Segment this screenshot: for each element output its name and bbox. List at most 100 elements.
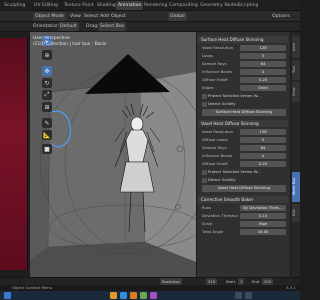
setting-row: Deviation Threshold 0.10 — [202, 213, 286, 220]
checkbox[interactable] — [202, 170, 207, 175]
setting-label: Sample Rays — [202, 61, 227, 66]
corrective-smooth-section-header[interactable]: Corrective Smooth Baker — [198, 196, 288, 203]
app-icon[interactable] — [140, 292, 147, 299]
checkbox-row[interactable]: Protect Selected Vertex W... — [202, 169, 286, 176]
app-icon[interactable] — [150, 292, 157, 299]
setting-label: Twist Angle — [202, 229, 224, 234]
tab-texture-paint[interactable]: Texture Paint — [62, 1, 96, 10]
sidebar-tab-view[interactable]: View — [292, 82, 300, 102]
sidebar-tab-mesh-data[interactable]: Mesh Dat — [292, 172, 300, 202]
tab-sculpting[interactable]: Sculpting — [2, 1, 27, 10]
workspace-tab-bar: Sculpting UV Editing Texture Paint Shadi… — [0, 0, 300, 11]
setting-field[interactable]: 128 — [240, 45, 286, 51]
viewport-scene — [30, 32, 196, 277]
setting-field[interactable]: 0.10 — [240, 213, 286, 219]
menu-object[interactable]: Object — [111, 12, 126, 21]
setting-field[interactable]: Shell — [240, 85, 286, 91]
setting-field[interactable]: 5 — [240, 137, 286, 143]
setting-row: Edges Shell — [202, 85, 286, 92]
sidebar-vertical-tabs: Item Tool View Mesh Dat Edit — [290, 32, 300, 277]
mode-dropdown[interactable]: Object Mode — [33, 12, 66, 21]
setting-field[interactable]: 128 — [240, 129, 286, 135]
setting-field[interactable]: 5 — [240, 53, 286, 59]
setting-label: Voxel Resolution — [202, 45, 234, 50]
blender-app-icon[interactable] — [130, 292, 137, 299]
setting-field[interactable]: 64 — [240, 61, 286, 67]
orientation-label: Orientation: — [33, 24, 61, 29]
setting-field[interactable]: By Deviation Thres... — [240, 205, 286, 211]
setting-label: Influence Bones — [202, 153, 233, 158]
drag-dropdown[interactable]: Select Box — [98, 22, 127, 31]
menu-add[interactable]: Add — [100, 12, 109, 21]
setting-field[interactable]: 0.20 — [240, 161, 286, 167]
network-icon[interactable] — [245, 292, 252, 299]
sidebar-tab-item[interactable]: Item — [292, 36, 300, 58]
tab-animation[interactable]: Animation — [116, 1, 144, 10]
setting-label: Diffuse Falloff — [202, 77, 228, 82]
file-explorer-icon[interactable] — [110, 292, 117, 299]
checkbox-label: Protect Selected Vertex W... — [208, 93, 261, 98]
measure-tool-icon[interactable]: 📐 — [42, 130, 52, 140]
surface-heat-skinning-button[interactable]: Surface Heat Diffuse Skinning — [202, 109, 286, 116]
surface-heat-section-header[interactable]: Surface Heat Diffuse Skinning — [198, 36, 288, 43]
setting-field[interactable]: High — [240, 221, 286, 227]
tab-compositing[interactable]: Compositing — [167, 1, 200, 10]
tab-shading[interactable]: Shading — [95, 1, 118, 10]
setting-label: Influence Bones — [202, 69, 233, 74]
checkbox[interactable] — [202, 102, 207, 107]
setting-row: Voxel Resolution 128 — [202, 45, 286, 52]
setting-label: Scale — [202, 221, 213, 226]
checkbox-row[interactable]: Detect Solidify — [202, 177, 286, 184]
sidebar-tab-tool[interactable]: Tool — [292, 60, 300, 80]
voxel-heat-skinning-button[interactable]: Voxel Heat Diffuse Skinning — [202, 185, 286, 192]
setting-label: Runs — [202, 205, 212, 210]
tab-geometry-nodes[interactable]: Geometry Nodes — [198, 1, 241, 10]
transform-orientation-dropdown[interactable]: Global — [168, 12, 187, 21]
drag-label: Drag: — [86, 24, 99, 29]
transform-tool-icon[interactable]: ⊞ — [42, 102, 52, 112]
voxel-heat-section-header[interactable]: Voxel Heat Diffuse Skinning — [198, 120, 288, 127]
annotate-tool-icon[interactable]: ✎ — [42, 118, 52, 128]
system-tray-icon[interactable] — [235, 292, 242, 299]
tab-uv-editing[interactable]: UV Editing — [32, 1, 60, 10]
3d-viewport[interactable]: ▸ ⊕ ✥ ↻ ⤢ ⊞ ✎ 📐 ■ — [30, 32, 196, 277]
setting-field[interactable]: 4 — [240, 153, 286, 159]
scale-tool-icon[interactable]: ⤢ — [42, 90, 52, 100]
setting-label: Voxel Resolution — [202, 129, 234, 134]
setting-row: Diffuse Loops 5 — [202, 137, 286, 144]
menu-view[interactable]: View — [70, 12, 81, 21]
viewport-header: Object Mode View Select Add Object Globa… — [0, 11, 300, 22]
setting-field[interactable]: 0.20 — [240, 77, 286, 83]
reference-image — [0, 38, 28, 270]
setting-label: Sample Rays — [202, 145, 227, 150]
setting-row: Influence Bones 4 — [202, 153, 286, 160]
checkbox-row[interactable]: Detect Solidify — [202, 101, 286, 108]
checkbox[interactable] — [202, 94, 207, 99]
setting-field[interactable]: 4 — [240, 69, 286, 75]
setting-row: Twist Angle 45.00 — [202, 229, 286, 236]
checkbox[interactable] — [202, 178, 207, 183]
cursor-tool-icon[interactable]: ⊕ — [42, 50, 52, 60]
setting-row: Influence Bones 4 — [202, 69, 286, 76]
tab-scripting[interactable]: Scripting — [236, 1, 260, 10]
timeline-bar: Backdrop 210 Start 1 End 250 — [0, 277, 300, 286]
setting-row: Loops 5 — [202, 53, 286, 60]
collection-info-label: (210) Collection | hair bun : Basis — [33, 42, 107, 47]
browser-icon[interactable] — [120, 292, 127, 299]
setting-row: Scale High — [202, 221, 286, 228]
rotate-tool-icon[interactable]: ↻ — [42, 78, 52, 88]
add-cube-tool-icon[interactable]: ■ — [42, 144, 52, 154]
move-tool-icon[interactable]: ✥ — [42, 66, 52, 76]
tool-settings-bar: Orientation: Default Drag: Select Box — [0, 22, 300, 32]
setting-field[interactable]: 64 — [240, 145, 286, 151]
sidebar-tab-edit[interactable]: Edit — [292, 204, 300, 222]
menu-select[interactable]: Select — [84, 12, 98, 21]
orientation-dropdown[interactable]: Default — [58, 22, 79, 31]
setting-field[interactable]: 45.00 — [240, 229, 286, 235]
setting-label: Edges — [202, 85, 214, 90]
options-menu[interactable]: Options — [272, 12, 290, 21]
tab-rendering[interactable]: Rendering — [142, 1, 169, 10]
checkbox-row[interactable]: Protect Selected Vertex W... — [202, 93, 286, 100]
setting-label: Loops — [202, 53, 214, 58]
start-menu-icon[interactable] — [4, 292, 11, 299]
